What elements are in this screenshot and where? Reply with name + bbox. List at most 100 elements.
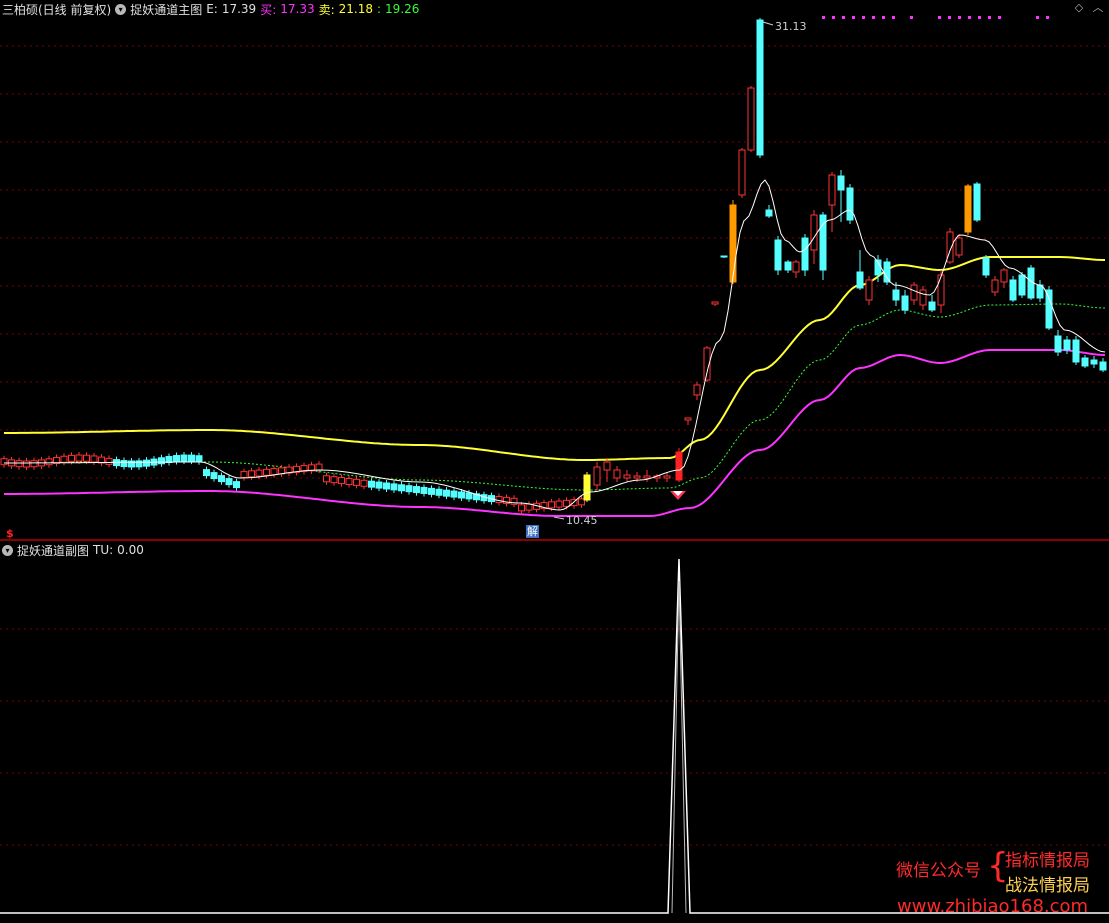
signal-dot: [882, 16, 885, 19]
signal-dot: [948, 16, 951, 19]
candle-body: [270, 468, 278, 476]
candle-body: [420, 486, 428, 494]
candle-body: [345, 477, 353, 485]
candle-body: [60, 455, 68, 463]
signal-dot: [968, 16, 971, 19]
candle-body: [883, 261, 891, 283]
candle-body: [801, 237, 809, 271]
candle-body: [928, 301, 936, 311]
candle-body: [1009, 279, 1017, 301]
candle-body: [919, 289, 927, 306]
candle-body: [278, 467, 285, 475]
candle-body: [143, 459, 150, 467]
candle-body: [368, 480, 375, 488]
low-price-label: 10.45: [566, 514, 598, 527]
candle-body: [210, 472, 218, 480]
candle-body: [218, 475, 225, 483]
sub-header: ▾ 捉妖通道副图 TU: 0.00: [2, 542, 144, 558]
tu-label: TU:: [93, 543, 114, 557]
stock-title[interactable]: 三柏硕(日线 前复权): [2, 1, 111, 18]
chevron-up-icon[interactable]: ︿: [1092, 2, 1104, 14]
candle-body: [465, 492, 473, 500]
candle-body: [90, 455, 98, 463]
signal-dot: [978, 16, 981, 19]
signal-dot: [842, 16, 845, 19]
candle-body: [428, 487, 435, 495]
tu-value: 0.00: [117, 543, 144, 557]
candle-body: [495, 495, 503, 503]
indicator-menu-icon[interactable]: ▾: [115, 3, 127, 15]
candle-body: [180, 454, 188, 462]
jie-marker: 解: [526, 525, 539, 538]
signal-dot: [1046, 16, 1049, 19]
value-mid: 19.26: [385, 2, 420, 16]
diamond-icon[interactable]: ◇: [1073, 2, 1085, 14]
signal-dot: [862, 16, 865, 19]
candle-body: [738, 149, 746, 196]
candle-body: [240, 471, 248, 479]
candle-body: [360, 479, 368, 487]
candle-body: [910, 284, 918, 301]
candle-body: [338, 477, 345, 485]
value-mid-label: :: [377, 2, 382, 16]
watermark-line1: 指标情报局: [1005, 851, 1090, 871]
candle-body: [892, 289, 900, 301]
candle-body: [865, 279, 873, 301]
candle-body: [263, 468, 270, 476]
signal-dot: [958, 16, 961, 19]
candle-body: [1099, 361, 1107, 371]
main-indicator-name[interactable]: 捉妖通道主图: [130, 1, 202, 18]
candle-body: [784, 261, 792, 271]
lower-channel-line: [4, 349, 1105, 517]
candle-body: [323, 475, 330, 483]
candle-body: [964, 185, 972, 233]
signal-dot: [1036, 16, 1039, 19]
candle-body: [792, 261, 800, 273]
candle-body: [711, 301, 719, 305]
candle-body: [15, 460, 23, 468]
candle-body: [955, 237, 963, 256]
candle-body: [375, 481, 383, 489]
candle-body: [405, 485, 413, 493]
value-sell: 21.18: [338, 2, 373, 16]
candle-body: [1063, 339, 1071, 351]
high-price-label: 31.13: [775, 20, 807, 33]
value-buy: 17.33: [280, 2, 315, 16]
signal-dot: [872, 16, 875, 19]
watermark-url: www.zhibiao168.com: [897, 896, 1089, 917]
candle-body: [525, 503, 533, 511]
candle-body: [225, 478, 233, 486]
candle-body: [837, 175, 845, 191]
main-chart[interactable]: 31.13 10.45: [0, 0, 1109, 540]
candle-body: [633, 475, 641, 479]
candle-body: [1018, 274, 1026, 296]
candle-body: [458, 491, 465, 499]
candle-body: [120, 460, 128, 468]
candle-body: [203, 469, 210, 477]
candle-body: [23, 460, 30, 468]
candle-body: [450, 490, 458, 498]
main-chart-panel[interactable]: 31.13 10.45 三柏硕(日线 前复权) ▾ 捉妖通道主图 E: 17.39 …: [0, 0, 1109, 540]
candle-body: [1000, 269, 1008, 283]
candle-body: [555, 500, 563, 508]
candle-body: [720, 255, 728, 258]
candle-body: [248, 470, 255, 478]
candle-body: [693, 384, 701, 396]
candle-body: [901, 295, 909, 311]
candle-body: [435, 488, 443, 496]
candle-body: [398, 484, 405, 492]
candle-body: [593, 466, 601, 486]
sub-indicator-name[interactable]: 捉妖通道副图: [17, 542, 89, 559]
candle-body: [173, 455, 180, 463]
signal-dot: [910, 16, 913, 19]
candle-body: [83, 454, 90, 462]
candle-body: [68, 454, 75, 462]
candle-body: [548, 501, 555, 509]
candle-body: [675, 451, 683, 481]
candle-body: [747, 87, 755, 151]
signal-dot: [892, 16, 895, 19]
candle-body: [1090, 359, 1098, 365]
tu-spike-inner: [671, 580, 687, 914]
main-header: 三柏硕(日线 前复权) ▾ 捉妖通道主图 E: 17.39 买: 17.33 卖: 2…: [2, 1, 419, 17]
sub-indicator-menu-icon[interactable]: ▾: [2, 544, 13, 556]
